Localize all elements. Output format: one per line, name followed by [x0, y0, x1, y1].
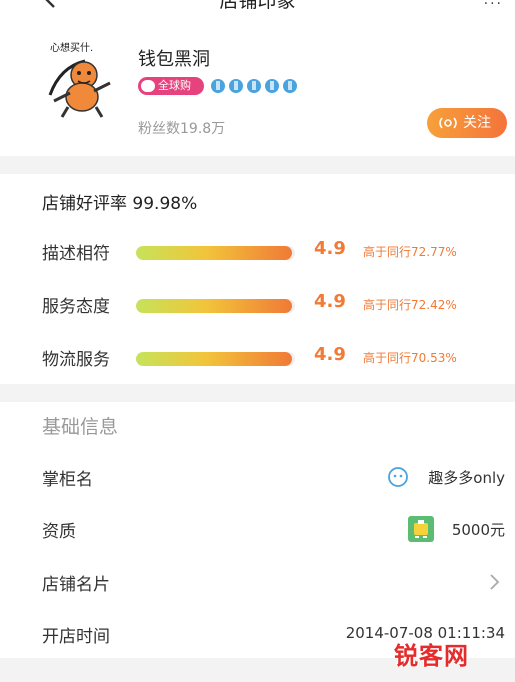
- shop-card-row[interactable]: 店铺名片: [0, 562, 515, 602]
- seller-avatar-icon: [388, 467, 408, 487]
- badge-label: 全球购: [158, 79, 191, 92]
- rating-card: 店铺好评率 99.98% 描述相符 4.9 高于同行72.77% 服务态度 4.…: [0, 174, 515, 384]
- follow-button[interactable]: 关注: [427, 108, 507, 138]
- section-title: 基础信息: [42, 416, 119, 438]
- shop-logo[interactable]: 心想买什.: [40, 37, 122, 119]
- qualification-value: 5000元: [451, 521, 505, 539]
- good-rate: 店铺好评率 99.98%: [42, 194, 198, 214]
- rating-compare: 高于同行72.77%: [363, 245, 457, 259]
- seller-value[interactable]: 趣多多only: [428, 467, 505, 488]
- open-time-label: 开店时间: [42, 627, 110, 647]
- qualification-label: 资质: [42, 522, 76, 542]
- rating-bar-fill: [136, 352, 292, 366]
- rating-score: 4.9: [314, 291, 346, 312]
- follow-label: 关注: [463, 115, 491, 131]
- shop-level-diamonds: [210, 77, 298, 95]
- rating-row-service: 服务态度 4.9 高于同行72.42%: [0, 290, 515, 320]
- follow-icon: [439, 117, 457, 129]
- watermark: 锐客网: [394, 634, 508, 674]
- diamond-icon: [247, 79, 261, 93]
- rating-row-logistics: 物流服务 4.9 高于同行70.53%: [0, 343, 515, 373]
- rating-bar: [136, 246, 295, 260]
- diamond-icon: [211, 79, 225, 93]
- rating-bar-fill: [136, 299, 292, 313]
- rating-compare: 高于同行70.53%: [363, 351, 457, 365]
- rating-bar-fill: [136, 246, 292, 260]
- top-bar: 店铺印象 ···: [0, 0, 515, 22]
- shop-card-label: 店铺名片: [42, 575, 110, 595]
- seller-row: 掌柜名 趣多多only: [0, 457, 515, 497]
- seller-label: 掌柜名: [42, 470, 93, 490]
- diamond-icon: [229, 79, 243, 93]
- diamond-icon: [265, 79, 279, 93]
- rating-score: 4.9: [314, 344, 346, 365]
- basic-info-card: 基础信息 掌柜名 趣多多only 资质 5000元 店铺名片 开店时间 2014…: [0, 402, 515, 658]
- rating-row-description: 描述相符 4.9 高于同行72.77%: [0, 237, 515, 267]
- rating-label: 服务态度: [42, 297, 110, 317]
- shop-name: 钱包黑洞: [138, 49, 210, 70]
- certificate-icon: [408, 516, 434, 542]
- qualification-row: 资质 5000元: [0, 509, 515, 549]
- rating-score: 4.9: [314, 238, 346, 259]
- more-icon[interactable]: ···: [484, 0, 503, 12]
- global-buy-badge: 全球购: [138, 77, 204, 95]
- badge-logo-icon: [141, 80, 155, 92]
- chevron-right-icon: [490, 574, 500, 590]
- logo-caption: 心想买什.: [50, 41, 93, 54]
- rating-compare: 高于同行72.42%: [363, 298, 457, 312]
- rating-label: 描述相符: [42, 244, 110, 264]
- rating-label: 物流服务: [42, 350, 110, 370]
- shop-card: 心想买什. 钱包黑洞 全球购 粉丝数19.8万 关注: [0, 22, 515, 156]
- rating-bar: [136, 352, 295, 366]
- rating-bar: [136, 299, 295, 313]
- page-title: 店铺印象: [219, 0, 296, 12]
- fans-count: 粉丝数19.8万: [138, 121, 226, 137]
- watermark-text: 锐客网: [394, 642, 469, 670]
- diamond-icon: [283, 79, 297, 93]
